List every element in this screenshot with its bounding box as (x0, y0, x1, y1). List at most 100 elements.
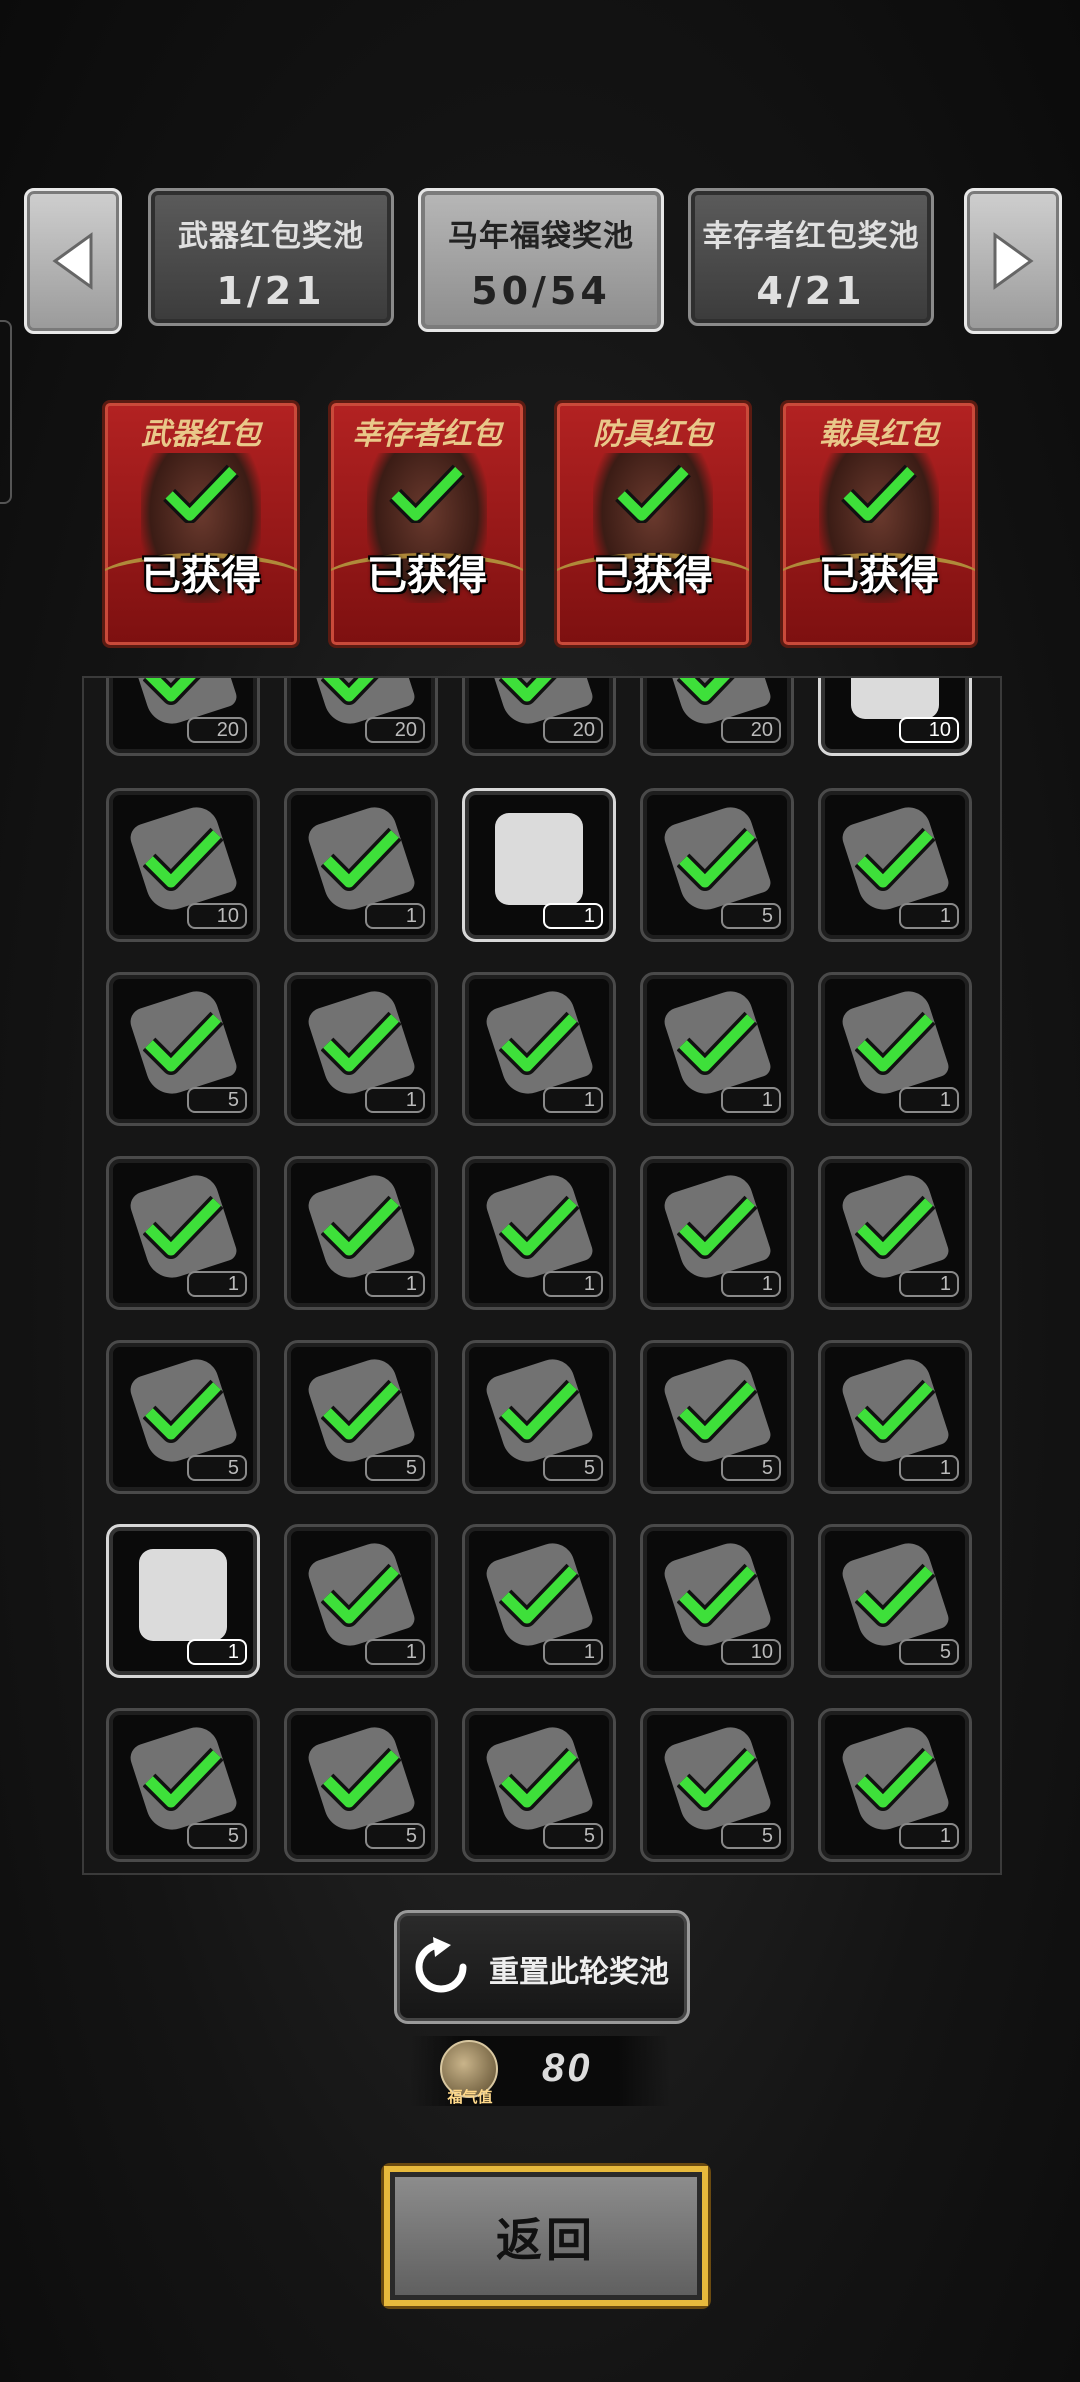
reward-item-cell[interactable]: 1 (818, 1340, 972, 1494)
reward-item-cell[interactable]: 5 (640, 788, 794, 942)
reward-item-cell[interactable]: 5 (640, 1708, 794, 1862)
check-icon (615, 464, 691, 523)
reward-item-cell[interactable]: 10 (106, 788, 260, 942)
item-quantity: 20 (187, 717, 247, 743)
reward-item-cell[interactable]: 1 (284, 788, 438, 942)
item-quantity: 1 (543, 1087, 603, 1113)
reward-item-cell[interactable]: 1 (462, 1524, 616, 1678)
envelope-status: 已获得 (819, 554, 939, 598)
reward-item-cell[interactable]: 10 (640, 1524, 794, 1678)
item-quantity: 1 (543, 1271, 603, 1297)
reward-item-cell[interactable]: 1 (818, 1156, 972, 1310)
left-triangle-icon (52, 232, 93, 290)
side-drawer-handle[interactable] (0, 320, 12, 504)
item-quantity: 5 (721, 1823, 781, 1849)
item-icon (495, 813, 583, 905)
reward-item-cell[interactable]: 5 (106, 1340, 260, 1494)
envelope-card[interactable]: 防具红包 已获得 (554, 400, 752, 648)
envelope-card[interactable]: 幸存者红包 已获得 (328, 400, 526, 648)
reward-item-cell[interactable]: 20 (640, 678, 794, 756)
reward-item-cell[interactable]: 1 (284, 1524, 438, 1678)
check-icon (143, 678, 201, 705)
reward-item-cell[interactable]: 5 (284, 1708, 438, 1862)
next-pool-button[interactable] (964, 188, 1062, 334)
check-icon (677, 1563, 757, 1627)
item-quantity: 5 (187, 1823, 247, 1849)
check-icon (677, 678, 735, 705)
reward-item-cell[interactable]: 1 (818, 972, 972, 1126)
check-icon (855, 1195, 935, 1259)
check-icon (143, 1379, 223, 1443)
reward-item-cell[interactable]: 20 (284, 678, 438, 756)
reward-item-cell[interactable]: 5 (462, 1340, 616, 1494)
reset-label: 重置此轮奖池 (489, 1956, 669, 1989)
reward-item-cell[interactable]: 20 (106, 678, 260, 756)
back-button[interactable]: 返回 (384, 2166, 708, 2306)
check-icon (499, 1747, 579, 1811)
item-quantity: 1 (543, 1639, 603, 1665)
item-quantity: 20 (543, 717, 603, 743)
envelope-title: 武器红包 (141, 418, 261, 451)
reward-item-cell[interactable]: 1 (462, 972, 616, 1126)
reward-item-cell[interactable]: 1 (640, 972, 794, 1126)
reward-item-cell[interactable]: 1 (640, 1156, 794, 1310)
reward-item-cell[interactable]: 1 (462, 788, 616, 942)
check-icon (855, 1379, 935, 1443)
tab-name: 幸存者红包奖池 (702, 220, 920, 253)
frame-corner-ornament (673, 2166, 708, 2201)
reward-item-cell[interactable]: 1 (106, 1524, 260, 1678)
check-icon (321, 827, 401, 891)
tab-weapon-pool[interactable]: 武器红包奖池 1/21 (148, 188, 394, 326)
check-icon (677, 1011, 757, 1075)
reward-item-cell[interactable]: 1 (284, 1156, 438, 1310)
envelope-title: 幸存者红包 (352, 418, 502, 451)
item-quantity: 1 (899, 1087, 959, 1113)
reward-item-cell[interactable]: 10 (818, 678, 972, 756)
item-quantity: 1 (899, 1823, 959, 1849)
item-quantity: 1 (899, 903, 959, 929)
check-icon (841, 464, 917, 523)
reward-item-cell[interactable]: 5 (284, 1340, 438, 1494)
tab-survivor-pool[interactable]: 幸存者红包奖池 4/21 (688, 188, 934, 326)
reward-item-cell[interactable]: 20 (462, 678, 616, 756)
check-icon (321, 1747, 401, 1811)
envelope-card[interactable]: 载具红包 已获得 (780, 400, 978, 648)
reward-item-cell[interactable]: 5 (818, 1524, 972, 1678)
check-icon (855, 1747, 935, 1811)
reward-item-cell[interactable]: 1 (284, 972, 438, 1126)
check-icon (321, 1563, 401, 1627)
check-icon (389, 464, 465, 523)
reward-item-cell[interactable]: 5 (106, 1708, 260, 1862)
luck-value: 80 (542, 2046, 593, 2090)
tab-count: 50/54 (471, 269, 611, 313)
tab-horse-year-pool[interactable]: 马年福袋奖池 50/54 (418, 188, 664, 332)
item-quantity: 5 (721, 903, 781, 929)
frame-corner-ornament (673, 2271, 708, 2306)
item-quantity: 1 (365, 903, 425, 929)
tab-name: 马年福袋奖池 (448, 220, 634, 253)
item-quantity: 5 (187, 1087, 247, 1113)
reward-item-cell[interactable]: 1 (106, 1156, 260, 1310)
item-quantity: 1 (721, 1271, 781, 1297)
reward-item-cell[interactable]: 1 (818, 788, 972, 942)
envelope-card[interactable]: 武器红包 已获得 (102, 400, 300, 648)
item-quantity: 5 (365, 1455, 425, 1481)
prev-pool-button[interactable] (24, 188, 122, 334)
reward-item-cell[interactable]: 5 (462, 1708, 616, 1862)
reward-item-cell[interactable]: 5 (640, 1340, 794, 1494)
check-icon (163, 464, 239, 523)
check-icon (677, 827, 757, 891)
reward-item-cell[interactable]: 1 (462, 1156, 616, 1310)
item-icon (139, 1549, 227, 1641)
check-icon (855, 1563, 935, 1627)
reward-item-cell[interactable]: 5 (106, 972, 260, 1126)
item-quantity: 10 (721, 1639, 781, 1665)
item-quantity: 1 (365, 1639, 425, 1665)
check-icon (677, 1747, 757, 1811)
envelope-title: 防具红包 (593, 418, 713, 451)
item-quantity: 1 (187, 1639, 247, 1665)
reset-pool-button[interactable]: 重置此轮奖池 (394, 1910, 690, 2024)
reward-item-cell[interactable]: 1 (818, 1708, 972, 1862)
reward-grid-panel[interactable]: 20 20 20 20 10 10 1 1 5 1 5 1 1 1 1 1 1 1 1 1 5 5 5 5 1 1 1 1 10 5 5 5 5… (82, 676, 1002, 1875)
envelope-status: 已获得 (141, 554, 261, 598)
